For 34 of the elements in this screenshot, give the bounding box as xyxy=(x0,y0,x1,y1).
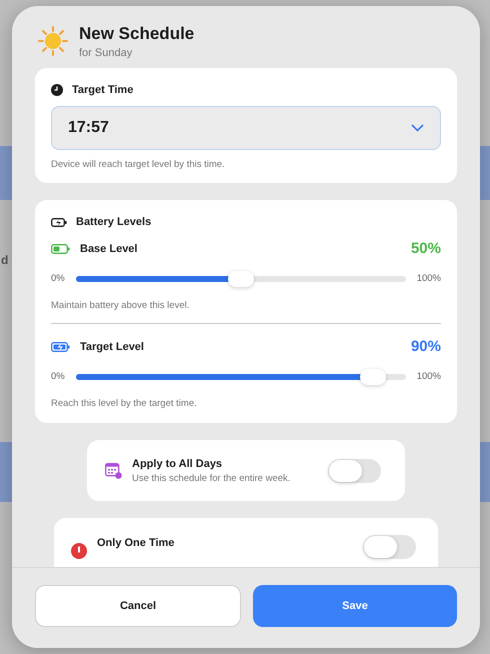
level-reading: 50% xyxy=(410,240,441,257)
max-label: 100% xyxy=(416,371,441,382)
option-title: Apply to All Days xyxy=(132,458,224,470)
toggle-switch[interactable] xyxy=(328,458,381,482)
toggle-switch[interactable] xyxy=(363,535,416,559)
min-label: 0% xyxy=(51,273,65,284)
max-label: 100% xyxy=(416,273,441,284)
cancel-button[interactable]: Cancel xyxy=(35,585,241,627)
battery-icon xyxy=(51,218,67,226)
slider-thumb[interactable] xyxy=(360,368,386,384)
option-title: Only One Time xyxy=(97,537,176,549)
card-title: Battery Levels xyxy=(76,216,152,228)
sun-icon xyxy=(37,25,69,57)
background-text: d xyxy=(1,253,8,267)
dialog-title: New Schedule xyxy=(79,24,194,44)
hint-text: Device will reach target level by this time. xyxy=(51,159,226,170)
charging-battery-icon xyxy=(51,342,70,352)
clock-icon xyxy=(51,84,63,96)
hint-text: Reach this level by the target time. xyxy=(51,398,198,409)
hint-text: Maintain battery above this level. xyxy=(51,300,190,311)
chevron-down-icon xyxy=(411,124,424,132)
slider-label: Base Level xyxy=(80,242,138,254)
battery-icon xyxy=(51,244,70,254)
save-button[interactable]: Save xyxy=(253,585,457,627)
time-picker[interactable]: 17:57 xyxy=(51,106,441,150)
alert-icon xyxy=(71,543,87,559)
option-description: Use this schedule for the entire week. xyxy=(132,472,292,484)
min-label: 0% xyxy=(51,371,65,382)
calendar-icon xyxy=(105,462,122,479)
level-reading: 90% xyxy=(410,338,441,355)
slider-label: Target Level xyxy=(80,340,145,352)
dialog-subtitle: for Sunday xyxy=(79,46,134,58)
slider-thumb[interactable] xyxy=(228,270,254,286)
card-title: Target Time xyxy=(72,84,134,96)
